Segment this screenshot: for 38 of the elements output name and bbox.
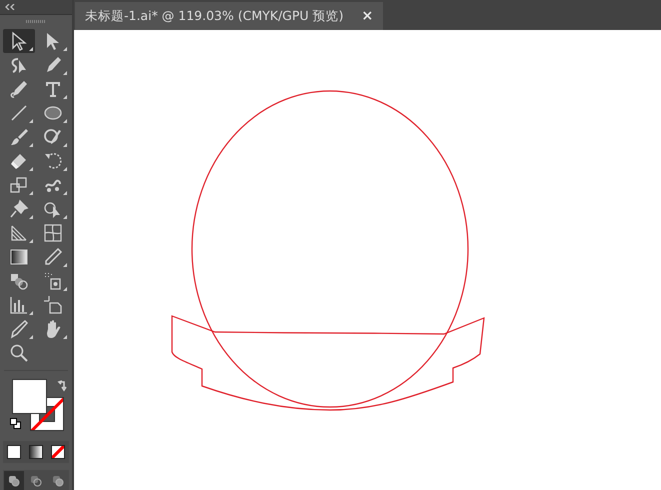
gradient-swatch-icon <box>29 445 43 459</box>
draw-mode-icon <box>8 475 20 487</box>
line-icon <box>9 103 29 123</box>
color-mode-button[interactable] <box>4 442 24 462</box>
circle-pencil-icon <box>43 127 63 147</box>
banner-shape[interactable] <box>171 315 485 411</box>
pushpin-icon <box>9 199 29 219</box>
artboard-icon <box>43 295 63 315</box>
eraser-icon <box>9 151 29 171</box>
paintbrush-icon <box>9 127 29 147</box>
blend-shapes-icon <box>9 271 29 291</box>
none-mode-button[interactable] <box>48 442 68 462</box>
bar-graph-icon <box>9 295 29 315</box>
draw-mode-icon <box>52 475 64 487</box>
rotate-icon <box>43 151 63 171</box>
selection-tool[interactable] <box>3 29 35 53</box>
close-tab-button[interactable]: × <box>362 8 374 24</box>
color-swatch-icon <box>7 445 21 459</box>
curved-pen-icon <box>9 79 29 99</box>
type-icon <box>43 79 63 99</box>
draw-mode-icon <box>30 475 42 487</box>
perspective-grid-icon <box>9 223 29 243</box>
grip-icon[interactable] <box>26 20 46 23</box>
lasso-icon <box>9 55 29 75</box>
default-colors-icon[interactable] <box>10 418 21 429</box>
swap-arrow-icon[interactable] <box>57 380 68 392</box>
document-tab[interactable]: 未标题-1.ai* @ 119.03% (CMYK/GPU 预览) × <box>75 2 384 30</box>
document-title: 未标题-1.ai* @ 119.03% (CMYK/GPU 预览) <box>85 8 344 24</box>
collapse-icon[interactable] <box>5 4 15 10</box>
gradient-icon <box>9 247 29 267</box>
draw-mode-button[interactable] <box>4 471 24 490</box>
magnifier-icon <box>9 343 29 363</box>
spray-can-icon <box>43 271 63 291</box>
mesh-icon <box>43 223 63 243</box>
scale-icon <box>9 175 29 195</box>
gradient-mode-button[interactable] <box>26 442 46 462</box>
none-swatch-icon <box>51 445 65 459</box>
fill-swatch[interactable] <box>12 379 47 414</box>
